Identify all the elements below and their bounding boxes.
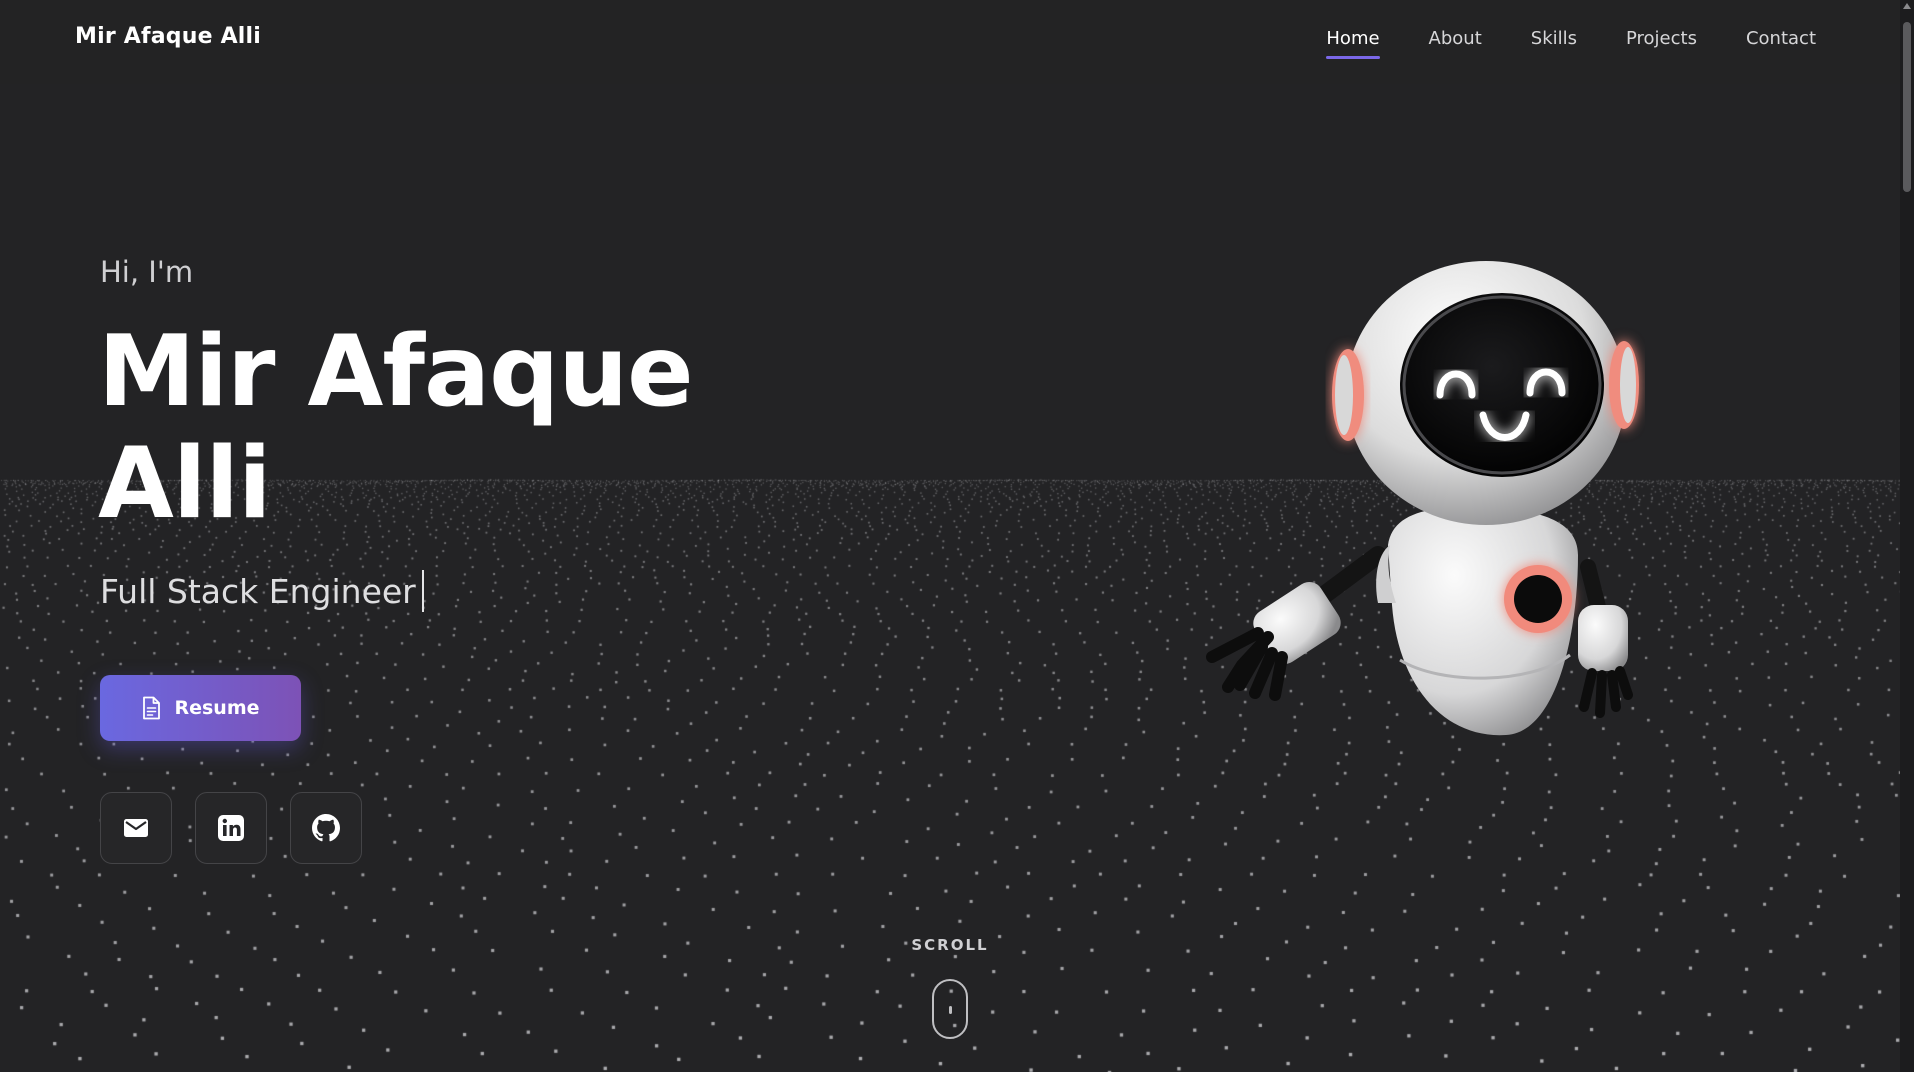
page-scrollbar[interactable]: [1900, 0, 1914, 1072]
scroll-label: SCROLL: [911, 936, 989, 954]
github-button[interactable]: [290, 792, 362, 864]
nav-contact[interactable]: Contact: [1746, 28, 1816, 49]
nav-skills[interactable]: Skills: [1531, 28, 1577, 49]
document-icon: [143, 696, 161, 720]
hero-role: Full Stack Engineer: [100, 570, 424, 612]
portfolio-page: Mir Afaque Alli Home About Skills Projec…: [0, 0, 1914, 1072]
main-nav: Home About Skills Projects Contact: [1326, 28, 1816, 59]
linkedin-icon: [218, 815, 244, 841]
scroll-mouse-icon[interactable]: [932, 979, 968, 1039]
brand-logo[interactable]: Mir Afaque Alli: [75, 24, 261, 49]
hero-name: Mir Afaque Alli: [98, 316, 798, 540]
role-text: Full Stack Engineer: [100, 571, 416, 611]
hero-name-line1: Mir Afaque: [98, 315, 694, 429]
mouse-wheel: [949, 1006, 952, 1014]
hero-greeting: Hi, I'm: [100, 255, 194, 289]
scroll-up-arrow-icon[interactable]: [1903, 3, 1911, 9]
email-button[interactable]: [100, 792, 172, 864]
robot-illustration: [1206, 261, 1639, 736]
nav-home[interactable]: Home: [1326, 28, 1380, 59]
resume-label: Resume: [174, 697, 260, 719]
resume-button[interactable]: Resume: [100, 675, 301, 741]
nav-projects[interactable]: Projects: [1626, 28, 1697, 49]
typing-caret: [421, 570, 424, 612]
site-header: Mir Afaque Alli Home About Skills Projec…: [0, 0, 1900, 84]
github-icon: [312, 814, 340, 842]
scroll-thumb[interactable]: [1903, 22, 1911, 192]
linkedin-button[interactable]: [195, 792, 267, 864]
hero-name-line2: Alli: [98, 427, 272, 541]
nav-about[interactable]: About: [1429, 28, 1482, 49]
mail-icon: [124, 819, 148, 837]
